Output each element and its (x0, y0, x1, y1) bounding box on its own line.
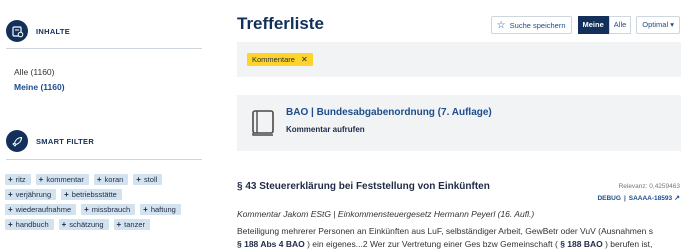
smart-filter-header: SMART FILTER (6, 130, 94, 152)
tag-row: + handbuch + schätzung + tanzer (5, 219, 205, 230)
smart-filter-tag[interactable]: + betriebsstätte (61, 189, 122, 200)
smart-filter-tag[interactable]: + handbuch (5, 219, 54, 230)
result-source: Kommentar Jakom EStG | Einkommensteuerge… (237, 209, 535, 219)
result-snippet-line-1: Beteiligung mehrerer Personen an Einkünf… (237, 226, 653, 236)
snippet-text: ) ein eigenes...2 Wer zur Vertretung ein… (307, 239, 558, 249)
smart-filter-tags: + ritz + kommentar + koran + stoll + verjährung + b… (5, 174, 205, 234)
document-id[interactable]: SAAAA-18593 (629, 195, 672, 202)
filter-chip-kommentare[interactable]: Kommentare ✕ (247, 53, 313, 66)
tag-label: kommentar (46, 175, 84, 184)
tag-label: tanzer (124, 220, 146, 229)
results-panel: Trefferliste ☆ Suche speichern Meine All… (237, 0, 688, 250)
snippet-text: ) berufen ist, (605, 239, 653, 249)
open-commentary-link[interactable]: Kommentar aufrufen (286, 125, 365, 134)
plus-icon: + (8, 175, 13, 184)
plus-icon: + (116, 220, 122, 229)
rocket-icon (6, 130, 28, 152)
tag-row: + verjährung + betriebsstätte (5, 189, 205, 200)
contents-header: INHALTE (6, 20, 70, 42)
active-filter-bar: Kommentare ✕ (237, 42, 681, 77)
plus-icon: + (64, 190, 69, 199)
plus-icon: + (136, 175, 141, 184)
page-title: Trefferliste (237, 14, 324, 33)
smart-filter-tag[interactable]: + koran (93, 174, 129, 185)
plus-icon: + (96, 175, 102, 184)
smart-filter-tag[interactable]: + kommentar (35, 174, 89, 185)
debug-line: DEBUG | SAAAA-18593 ↗ (597, 194, 680, 203)
tag-label: schätzung (69, 220, 104, 229)
scope-toggle: Meine Alle (577, 16, 632, 34)
divider (6, 48, 202, 49)
plus-icon: + (61, 220, 67, 229)
tag-label: handbuch (15, 220, 49, 229)
tag-label: missbrauch (91, 205, 131, 214)
tag-label: ritz (15, 175, 26, 184)
tag-label: stoll (143, 175, 158, 184)
plus-icon: + (8, 205, 13, 214)
tag-label: koran (104, 175, 124, 184)
results-toolbar: ☆ Suche speichern Meine Alle Optimal ▾ (490, 16, 680, 34)
snippet-highlight: § 188 Abs 4 BAO (237, 239, 305, 249)
result-title[interactable]: § 43 Steuererklärung bei Feststellung vo… (237, 181, 490, 192)
scope-mine-button[interactable]: Meine (577, 16, 609, 34)
save-search-button[interactable]: ☆ Suche speichern (490, 16, 572, 34)
smart-filter-tag[interactable]: + ritz (5, 174, 31, 185)
sidebar: INHALTE Alle (1160) Meine (1160) SMART F… (0, 0, 205, 250)
tag-row: + wiederaufnahme + missbrauch + haftung (5, 204, 205, 215)
scale-document-icon (6, 20, 28, 42)
scope-all-button[interactable]: Alle (608, 16, 632, 34)
tag-label: betriebsstätte (71, 190, 117, 199)
relevance-score: Relevanz: 0,4259463 (618, 183, 680, 190)
plus-icon: + (143, 205, 148, 214)
tag-label: wiederaufnahme (15, 205, 72, 214)
contents-mine-link[interactable]: Meine (1160) (14, 82, 65, 92)
contents-all-link[interactable]: Alle (1160) (14, 67, 54, 77)
snippet-highlight: § 188 BAO (560, 239, 603, 249)
smart-filter-tag[interactable]: + verjährung (5, 189, 57, 200)
result-snippet-line-2: § 188 Abs 4 BAO ) ein eigenes...2 Wer zu… (237, 239, 681, 249)
tag-row: + ritz + kommentar + koran + stoll (5, 174, 205, 185)
plus-icon: + (8, 220, 13, 229)
smart-filter-tag[interactable]: + haftung (140, 204, 181, 215)
contents-title: INHALTE (36, 26, 71, 36)
smart-filter-tag[interactable]: + missbrauch (81, 204, 136, 215)
book-title[interactable]: BAO | Bundesabgabenordnung (7. Auflage) (286, 107, 492, 118)
book-icon (252, 110, 274, 136)
smart-filter-tag[interactable]: + tanzer (113, 219, 151, 230)
smart-filter-tag[interactable]: + stoll (133, 174, 163, 185)
smart-filter-tag[interactable]: + wiederaufnahme (5, 204, 77, 215)
debug-label[interactable]: DEBUG (597, 195, 620, 202)
smart-filter-tag[interactable]: + schätzung (58, 219, 109, 230)
tag-label: verjährung (15, 190, 52, 199)
tag-label: haftung (150, 205, 176, 214)
divider (6, 159, 202, 160)
plus-icon: + (84, 205, 89, 214)
save-search-label: Suche speichern (509, 20, 566, 30)
plus-icon: + (8, 190, 13, 199)
plus-icon: + (38, 175, 44, 184)
smart-filter-title: SMART FILTER (36, 136, 95, 146)
book-card[interactable]: BAO | Bundesabgabenordnung (7. Auflage) … (237, 95, 681, 151)
star-icon: ☆ (496, 19, 506, 31)
filter-chip-label: Kommentare (252, 55, 295, 64)
sort-dropdown[interactable]: Optimal ▾ (636, 16, 680, 34)
close-icon[interactable]: ✕ (301, 55, 308, 64)
external-link-icon[interactable]: ↗ (674, 194, 680, 202)
